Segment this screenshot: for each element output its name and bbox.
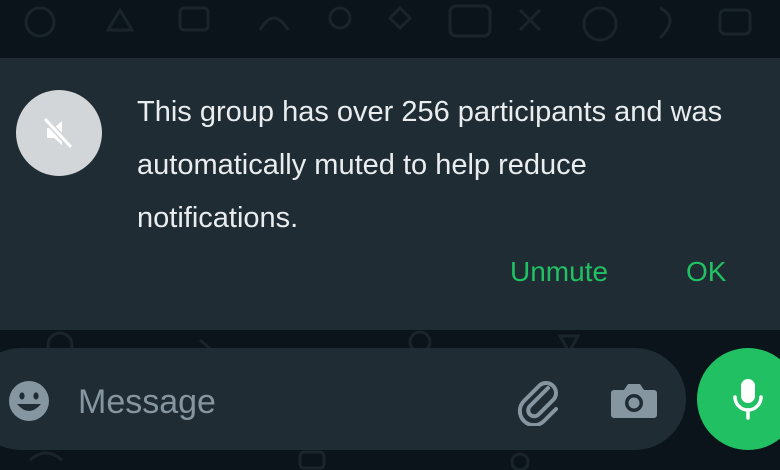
group-muted-banner: This group has over 256 participants and… [0,58,780,330]
banner-message: This group has over 256 participants and… [137,96,723,234]
camera-icon[interactable] [608,374,660,426]
paperclip-icon[interactable] [512,374,564,428]
unmute-button[interactable]: Unmute [510,256,608,288]
emoji-icon[interactable] [6,378,52,424]
ok-button[interactable]: OK [686,256,726,288]
message-input[interactable] [76,374,480,430]
speaker-muted-icon [16,90,102,176]
